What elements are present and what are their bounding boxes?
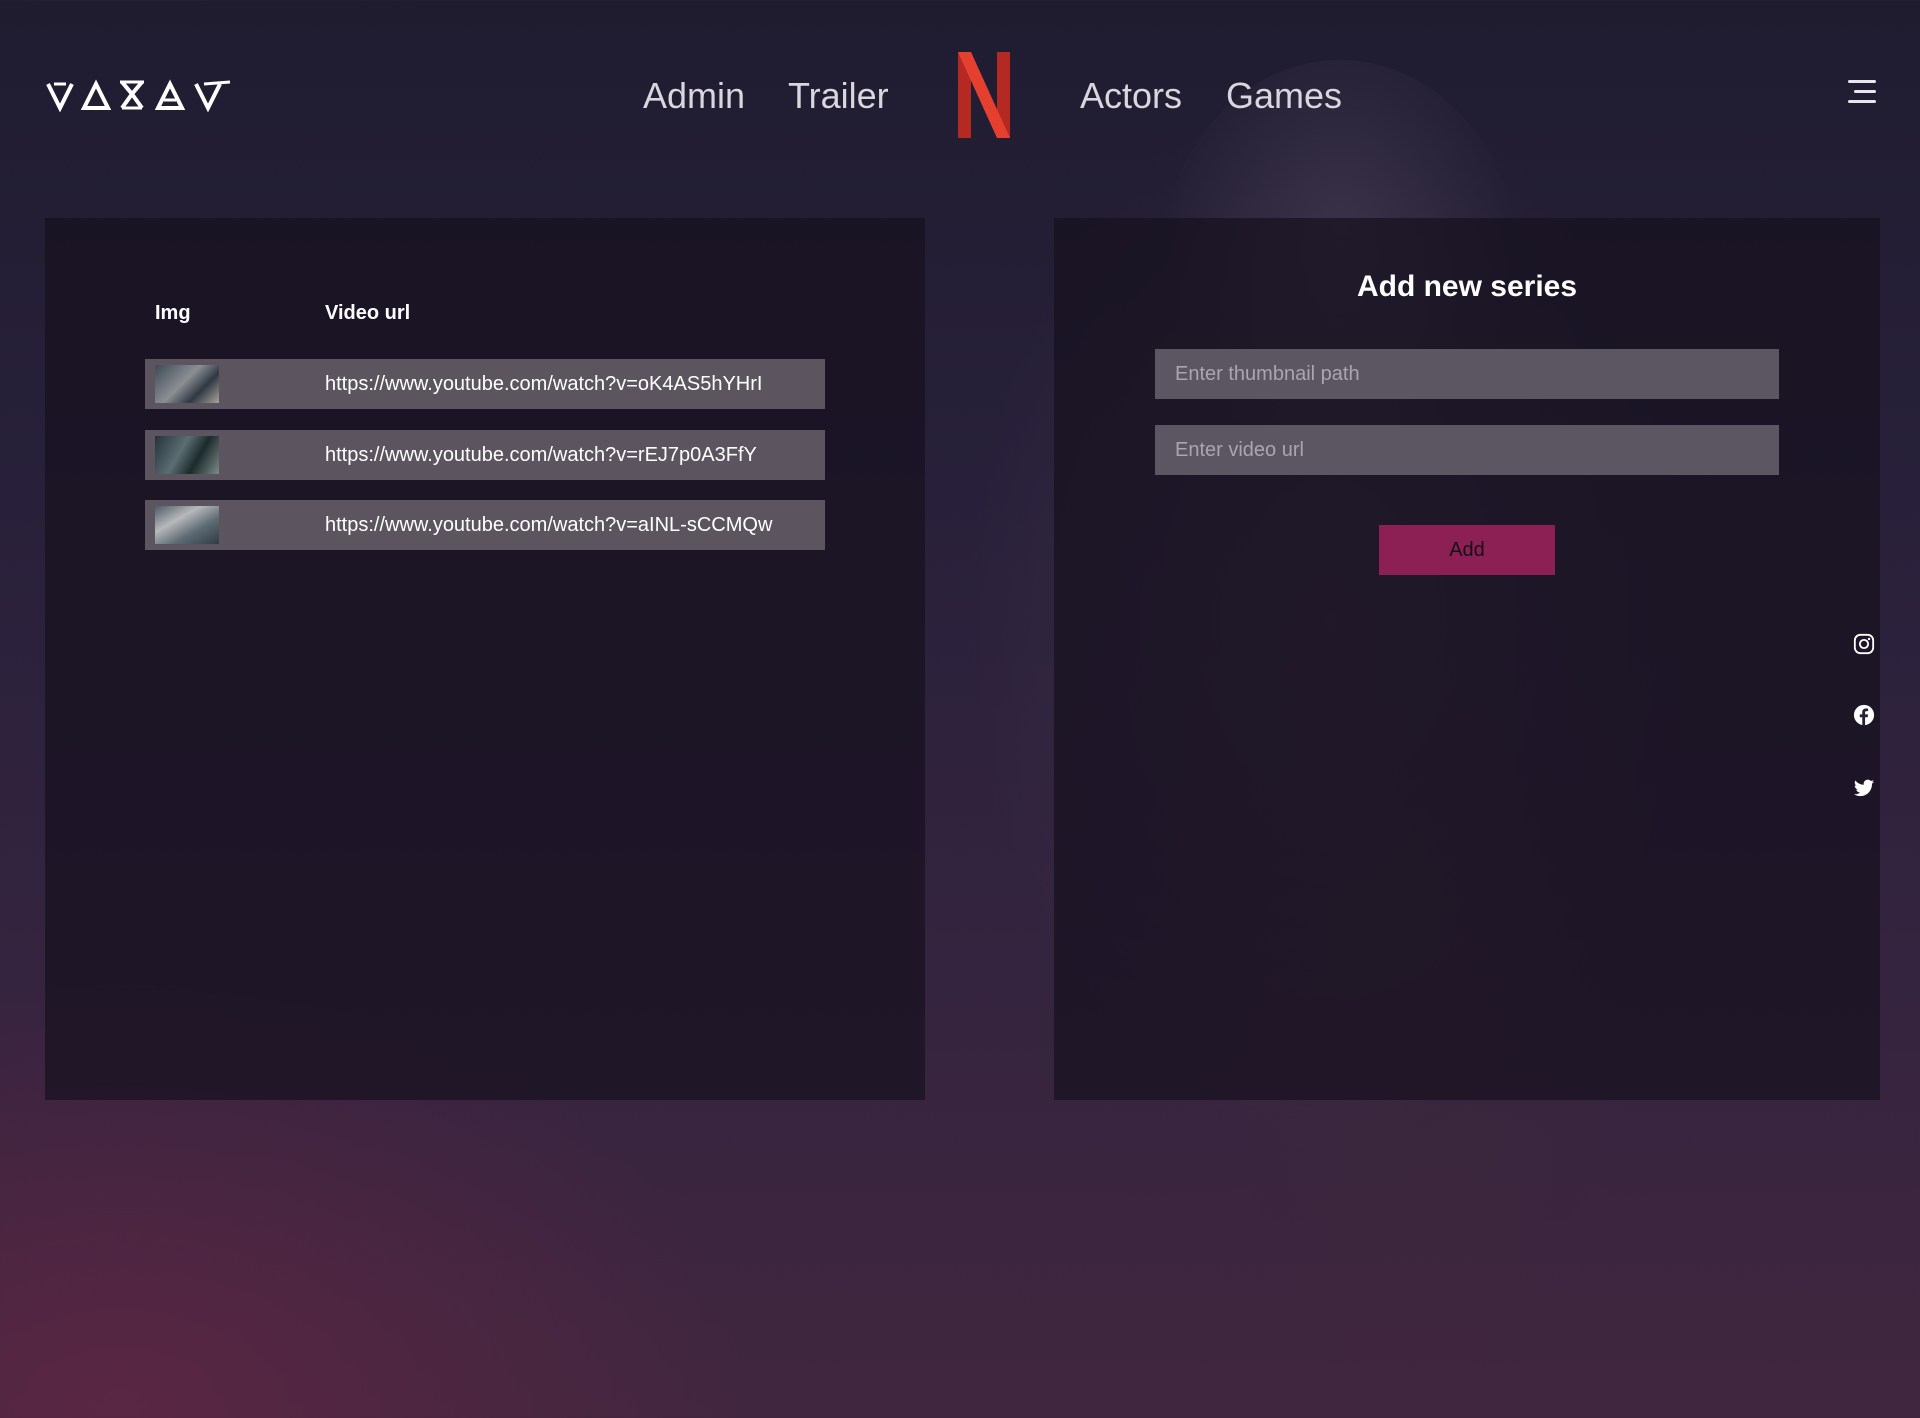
nav-admin[interactable]: Admin: [643, 70, 745, 122]
table-row[interactable]: https://www.youtube.com/watch?v=oK4AS5hY…: [145, 359, 825, 409]
facebook-icon[interactable]: [1853, 704, 1875, 726]
series-thumbnail-image: [155, 506, 219, 544]
video-url-cell: https://www.youtube.com/watch?v=aINL-sCC…: [325, 514, 773, 536]
series-thumbnail-image: [155, 436, 219, 474]
video-url-input[interactable]: [1155, 425, 1779, 475]
video-url-cell: https://www.youtube.com/watch?v=oK4AS5hY…: [325, 373, 763, 395]
column-header-video-url: Video url: [325, 302, 411, 324]
series-table-panel: [45, 218, 925, 1100]
table-row[interactable]: https://www.youtube.com/watch?v=rEJ7p0A3…: [145, 430, 825, 480]
column-header-img: Img: [155, 302, 191, 324]
witcher-logo[interactable]: [46, 78, 232, 112]
nav-trailer[interactable]: Trailer: [788, 70, 889, 122]
instagram-icon[interactable]: [1853, 633, 1875, 655]
thumbnail-path-input[interactable]: [1155, 349, 1779, 399]
netflix-n-logo-icon[interactable]: [958, 52, 1010, 138]
table-row[interactable]: https://www.youtube.com/watch?v=aINL-sCC…: [145, 500, 825, 550]
video-url-cell: https://www.youtube.com/watch?v=rEJ7p0A3…: [325, 444, 757, 466]
nav-games[interactable]: Games: [1226, 70, 1342, 122]
twitter-icon[interactable]: [1853, 777, 1875, 799]
add-button[interactable]: Add: [1379, 525, 1555, 575]
series-thumbnail-image: [155, 365, 219, 403]
nav-actors[interactable]: Actors: [1080, 70, 1182, 122]
hamburger-menu-icon[interactable]: [1846, 80, 1876, 106]
form-title: Add new series: [1356, 270, 1578, 303]
witcher-wolf-logo-icon: [46, 79, 231, 112]
